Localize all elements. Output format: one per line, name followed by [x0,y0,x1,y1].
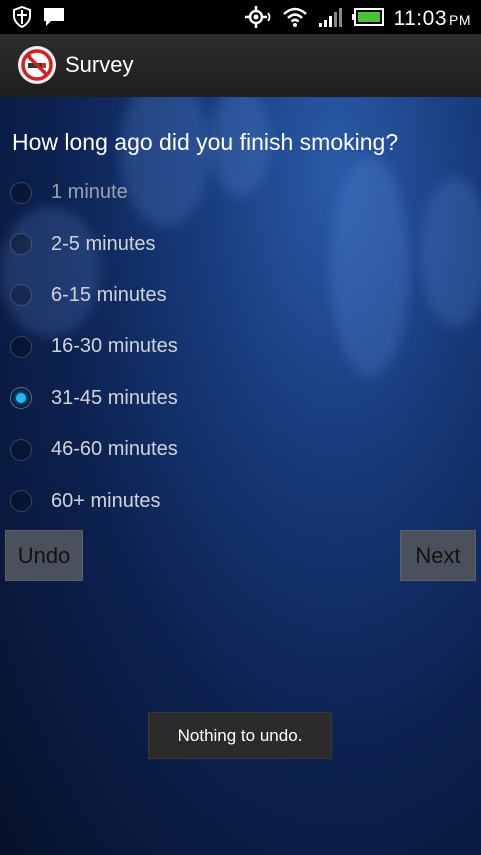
battery-icon [351,7,384,31]
clock-time: 11:03 [393,7,447,30]
option-row[interactable]: 1 minute [8,167,468,218]
survey-content: How long ago did you finish smoking? 1 m… [0,97,481,855]
option-label: 6-15 minutes [51,283,167,306]
toast-message: Nothing to undo. [148,712,332,759]
radio-button[interactable] [10,490,32,513]
no-smoking-icon[interactable] [18,46,56,84]
radio-button-selected[interactable] [10,387,32,410]
next-button[interactable]: Next [400,530,476,581]
option-row[interactable]: 16-30 minutes [8,321,468,372]
clock: 11:03 PM [394,7,472,31]
option-label: 46-60 minutes [51,438,178,461]
radio-button[interactable] [10,233,32,256]
radio-button[interactable] [10,438,32,461]
undo-button[interactable]: Undo [5,530,83,581]
option-label: 16-30 minutes [51,335,178,358]
survey-question: How long ago did you finish smoking? [12,129,399,155]
option-label: 31-45 minutes [51,386,178,409]
radio-button[interactable] [10,284,32,307]
option-label: 60+ minutes [51,489,161,512]
action-bar: Survey [0,34,481,99]
option-row[interactable]: 6-15 minutes [8,270,468,321]
answer-options: 1 minute 2-5 minutes 6-15 minutes 16-30 … [8,167,468,527]
option-row[interactable]: 2-5 minutes [8,218,468,269]
wifi-icon [282,6,308,32]
option-row[interactable]: 60+ minutes [8,475,468,526]
status-bar: 11:03 PM [0,0,481,34]
option-label: 2-5 minutes [51,232,156,255]
option-label: 1 minute [51,181,128,204]
option-row[interactable]: 31-45 minutes [8,373,468,424]
shield-icon [12,5,32,32]
radio-button[interactable] [10,335,32,358]
clock-ampm: PM [449,12,471,28]
signal-icon [318,6,342,32]
option-row[interactable]: 46-60 minutes [8,424,468,475]
gps-icon [244,5,272,33]
message-icon [42,6,66,32]
radio-button[interactable] [10,181,32,204]
action-bar-title: Survey [65,52,134,77]
